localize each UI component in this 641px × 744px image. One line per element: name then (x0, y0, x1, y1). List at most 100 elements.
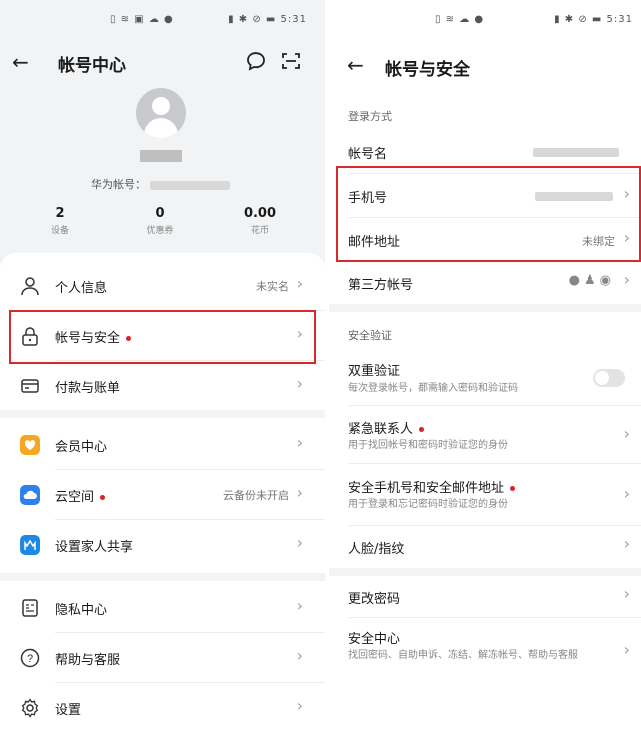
menu-item-label: 隐私中心 (55, 603, 108, 618)
menu-item-payment[interactable]: 付款与账单 › (0, 361, 325, 411)
phone-redacted (535, 192, 613, 201)
chevron-right-icon: › (623, 640, 630, 659)
row-label: 紧急联系人 (348, 418, 425, 437)
person-icon (21, 277, 39, 296)
row-label: 安全手机号和安全邮件地址 (348, 477, 516, 496)
stat-value: 0.00 (243, 206, 277, 221)
notification-dot (100, 495, 106, 500)
row-label: 第三方帐号 (348, 278, 414, 293)
stat-petals[interactable]: 0.00 花币 (220, 206, 300, 236)
chevron-right-icon: › (296, 596, 303, 615)
gear-icon (21, 698, 39, 718)
row-label: 手机号 (348, 191, 388, 206)
notification-dot (510, 486, 516, 491)
row-label: 更改密码 (348, 592, 401, 607)
menu-item-member-center[interactable]: 会员中心 › (0, 420, 325, 470)
menu-item-label: 设置 (55, 703, 82, 718)
back-arrow-icon[interactable]: ← (12, 50, 29, 74)
stat-value: 2 (55, 206, 65, 221)
menu-item-personal-info[interactable]: 个人信息 未实名 › (0, 261, 325, 311)
status-time: 5:31 (280, 14, 307, 25)
chevron-right-icon: › (296, 374, 303, 393)
stat-value: 0 (155, 206, 165, 221)
row-email[interactable]: 邮件地址 未绑定 › (329, 218, 641, 262)
row-label: 帐号名 (348, 147, 388, 162)
menu-item-settings[interactable]: 设置 › (0, 683, 325, 733)
menu-item-help[interactable]: ? 帮助与客服 › (0, 633, 325, 683)
social-icons: ●♟◉ (569, 273, 615, 288)
menu-item-label: 设置家人共享 (55, 540, 134, 555)
qq-icon: ♟ (584, 273, 600, 288)
family-icon (20, 535, 40, 555)
lock-icon (22, 327, 38, 346)
status-bar-right: ▮ ✱ ⊘ ▬ 5:31 (554, 14, 633, 25)
menu-item-label: 帐号与安全 (55, 327, 132, 346)
row-security-phone-email[interactable]: 安全手机号和安全邮件地址 用于登录和忘记密码时验证您的身份 › (329, 464, 641, 526)
menu-item-label: 会员中心 (55, 440, 108, 455)
row-two-factor[interactable]: 双重验证 每次登录帐号，都需输入密码和验证码 (329, 350, 641, 406)
account-center-screen: ▯ ≋ ▣ ☁ ● ▮ ✱ ⊘ ▬ 5:31 ← 帐号中心 华为帐号： 2 设备… (0, 0, 325, 744)
message-icon[interactable] (245, 50, 267, 72)
section-header-login: 登录方式 (348, 110, 392, 123)
privacy-icon (22, 599, 38, 617)
back-arrow-icon[interactable]: ← (347, 53, 364, 77)
chevron-right-icon: › (623, 184, 630, 203)
menu-item-privacy[interactable]: 隐私中心 › (0, 583, 325, 633)
row-phone[interactable]: 手机号 › (329, 174, 641, 218)
section-divider (329, 568, 641, 576)
chevron-right-icon: › (296, 433, 303, 452)
chevron-right-icon: › (296, 483, 303, 502)
row-security-center[interactable]: 安全中心 找回密码、自助申诉、冻结、解冻帐号、帮助与客服 › (329, 618, 641, 690)
row-label: 安全中心 (348, 632, 401, 647)
account-security-screen: ▯ ≋ ☁ ● ▮ ✱ ⊘ ▬ 5:31 ← 帐号与安全 登录方式 帐号名 手机… (329, 0, 641, 744)
menu-item-family-sharing[interactable]: 设置家人共享 › (0, 520, 325, 570)
stat-label: 花币 (250, 226, 269, 236)
menu-item-value: 云备份未开启 (223, 489, 289, 502)
row-label: 邮件地址 (348, 235, 401, 250)
row-subtitle: 每次登录帐号，都需输入密码和验证码 (348, 383, 518, 394)
card-icon (21, 379, 39, 393)
avatar[interactable] (136, 88, 186, 138)
menu-card-general: 隐私中心 › ? 帮助与客服 › 设置 › (0, 581, 325, 744)
menu-item-value: 未实名 (256, 280, 289, 293)
chevron-right-icon: › (623, 484, 630, 503)
stat-coupons[interactable]: 0 优惠券 (120, 206, 200, 236)
row-emergency-contact[interactable]: 紧急联系人 用于找回帐号和密码时验证您的身份 › (329, 406, 641, 464)
section-header-verify: 安全验证 (348, 329, 392, 342)
help-icon: ? (20, 648, 40, 668)
menu-item-cloud[interactable]: 云空间 云备份未开启 › (0, 470, 325, 520)
row-subtitle: 找回密码、自助申诉、冻结、解冻帐号、帮助与客服 (348, 650, 578, 661)
menu-card-account: 个人信息 未实名 › 帐号与安全 › 付款与账单 › (0, 253, 325, 410)
status-bar-icons-left: ▯ ≋ ▣ ☁ ● (110, 14, 174, 25)
section-divider (329, 304, 641, 312)
status-bar-right: ▮ ✱ ⊘ ▬ 5:31 (228, 14, 307, 25)
chevron-right-icon: › (296, 274, 303, 293)
member-heart-icon (20, 435, 40, 455)
row-change-password[interactable]: 更改密码 › (329, 576, 641, 618)
menu-card-services: 会员中心 › 云空间 云备份未开启 › 设置家人共享 › (0, 418, 325, 573)
menu-item-label: 付款与账单 (55, 381, 121, 396)
row-subtitle: 用于找回帐号和密码时验证您的身份 (348, 440, 508, 451)
notification-dot (126, 336, 132, 341)
stat-label: 设备 (50, 226, 69, 236)
status-time: 5:31 (606, 14, 633, 25)
page-title: 帐号与安全 (385, 60, 470, 80)
scan-icon[interactable] (280, 50, 302, 72)
account-name-redacted (533, 148, 619, 157)
menu-item-account-security[interactable]: 帐号与安全 › (0, 311, 325, 361)
row-face-fingerprint[interactable]: 人脸/指纹 › (329, 526, 641, 568)
stat-devices[interactable]: 2 设备 (20, 206, 100, 236)
account-id-redacted (150, 180, 230, 190)
page-title: 帐号中心 (58, 56, 126, 76)
chevron-right-icon: › (296, 533, 303, 552)
row-account-name[interactable]: 帐号名 (329, 130, 641, 174)
row-label: 人脸/指纹 (348, 542, 405, 557)
svg-text:?: ? (27, 653, 33, 665)
row-label: 双重验证 (348, 364, 401, 379)
chevron-right-icon: › (623, 584, 630, 603)
stat-label: 优惠券 (146, 226, 174, 236)
row-third-party[interactable]: 第三方帐号 ●♟◉ › (329, 262, 641, 304)
two-factor-toggle[interactable] (593, 369, 625, 387)
chevron-right-icon: › (296, 696, 303, 715)
chevron-right-icon: › (296, 324, 303, 343)
